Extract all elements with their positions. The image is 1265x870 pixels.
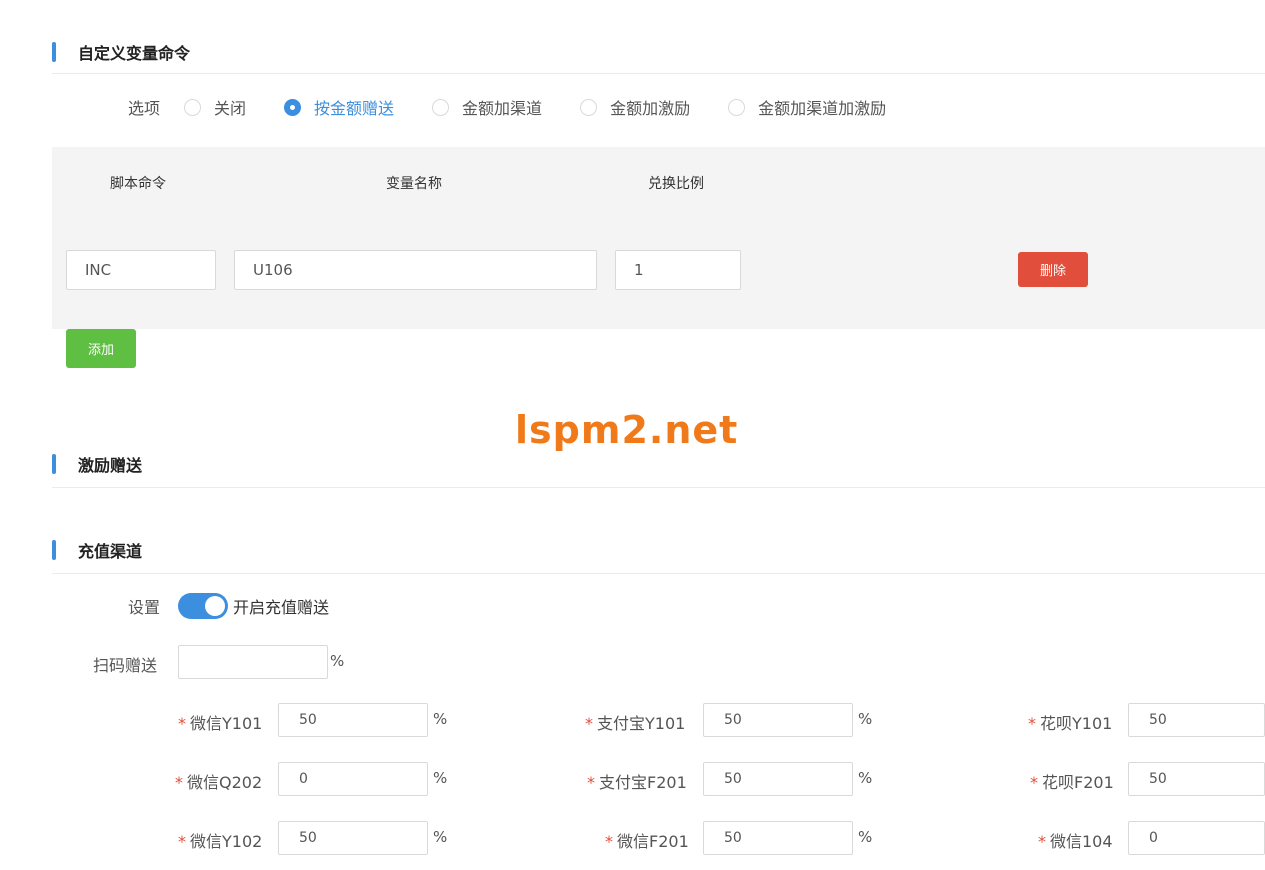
- section-title-custom-var: 自定义变量命令: [78, 44, 191, 63]
- variable-input[interactable]: U106: [234, 250, 597, 290]
- percent-unit: %: [858, 710, 873, 728]
- toggle-knob-icon: [205, 596, 225, 616]
- radio-option-close[interactable]: 关闭: [184, 95, 246, 119]
- section-bar-icon: [52, 540, 56, 560]
- recharge-bonus-toggle[interactable]: [178, 593, 228, 619]
- scan-bonus-label: 扫码赠送: [93, 656, 158, 675]
- channel-percent-input[interactable]: 50: [278, 821, 428, 855]
- channel-label: * 微信104: [1038, 832, 1113, 851]
- channel-label: * 微信Q202: [175, 773, 263, 792]
- delete-button[interactable]: 删除: [1018, 252, 1088, 287]
- scan-bonus-input[interactable]: [178, 645, 328, 679]
- watermark-logo: lspm2.net: [515, 408, 739, 452]
- percent-unit: %: [858, 828, 873, 846]
- radio-label: 金额加渠道: [462, 99, 543, 118]
- radio-option-amount-channel[interactable]: 金额加渠道: [432, 95, 542, 119]
- section-channel: 充值渠道: [52, 538, 142, 562]
- channel-label: * 花呗Y101: [1028, 714, 1113, 733]
- channel-percent-input[interactable]: 50: [278, 703, 428, 737]
- ratio-input[interactable]: 1: [615, 250, 741, 290]
- radio-circle-icon[interactable]: [728, 98, 746, 116]
- channel-percent-input[interactable]: 50: [703, 821, 853, 855]
- section-bar-icon: [52, 454, 56, 474]
- radio-option-amount-incentive[interactable]: 金额加激励: [580, 95, 690, 119]
- radio-label: 金额加渠道加激励: [758, 99, 887, 118]
- table-header-ratio: 兑换比例: [648, 176, 704, 192]
- divider: [52, 73, 1265, 74]
- percent-unit: %: [433, 769, 448, 787]
- channel-percent-input[interactable]: 0: [1128, 821, 1265, 855]
- command-input[interactable]: INC: [66, 250, 216, 290]
- radio-label: 金额加激励: [610, 99, 691, 118]
- percent-unit: %: [858, 769, 873, 787]
- channel-label: * 支付宝F201: [587, 773, 687, 792]
- setting-label: 设置: [128, 598, 161, 617]
- section-title-channel: 充值渠道: [78, 542, 143, 561]
- table-header-command: 脚本命令: [110, 176, 166, 192]
- channel-label: * 微信Y101: [178, 714, 263, 733]
- divider: [52, 573, 1265, 574]
- channel-percent-input[interactable]: 50: [1128, 762, 1265, 796]
- radio-label: 关闭: [214, 99, 247, 118]
- radio-circle-icon[interactable]: [432, 98, 450, 116]
- divider: [52, 487, 1265, 488]
- radio-circle-icon[interactable]: [184, 98, 202, 116]
- section-bar-icon: [52, 42, 56, 62]
- channel-label: * 微信Y102: [178, 832, 263, 851]
- channel-percent-input[interactable]: 50: [703, 703, 853, 737]
- table-header-variable: 变量名称: [386, 176, 442, 192]
- channel-label: * 微信F201: [605, 832, 689, 851]
- radio-checked-icon[interactable]: [284, 98, 302, 116]
- channel-percent-input[interactable]: 50: [1128, 703, 1265, 737]
- channel-label: * 花呗F201: [1030, 773, 1114, 792]
- channel-percent-input[interactable]: 50: [703, 762, 853, 796]
- options-label: 选项: [128, 99, 161, 118]
- section-incentive: 激励赠送: [52, 452, 142, 476]
- radio-option-by-amount[interactable]: 按金额赠送: [284, 95, 394, 119]
- channel-percent-input[interactable]: 0: [278, 762, 428, 796]
- toggle-label: 开启充值赠送: [233, 598, 330, 617]
- section-custom-var: 自定义变量命令: [52, 40, 190, 64]
- percent-unit: %: [433, 710, 448, 728]
- percent-unit: %: [433, 828, 448, 846]
- radio-circle-icon[interactable]: [580, 98, 598, 116]
- add-button[interactable]: 添加: [66, 329, 136, 368]
- channel-label: * 支付宝Y101: [585, 714, 686, 733]
- percent-unit: %: [330, 652, 345, 670]
- radio-label: 按金额赠送: [314, 99, 395, 118]
- radio-option-amount-channel-incentive[interactable]: 金额加渠道加激励: [728, 95, 886, 119]
- options-radio-group: 选项 关闭 按金额赠送 金额加渠道 金额加激励 金额加渠道加激励: [128, 95, 924, 119]
- section-title-incentive: 激励赠送: [78, 456, 143, 475]
